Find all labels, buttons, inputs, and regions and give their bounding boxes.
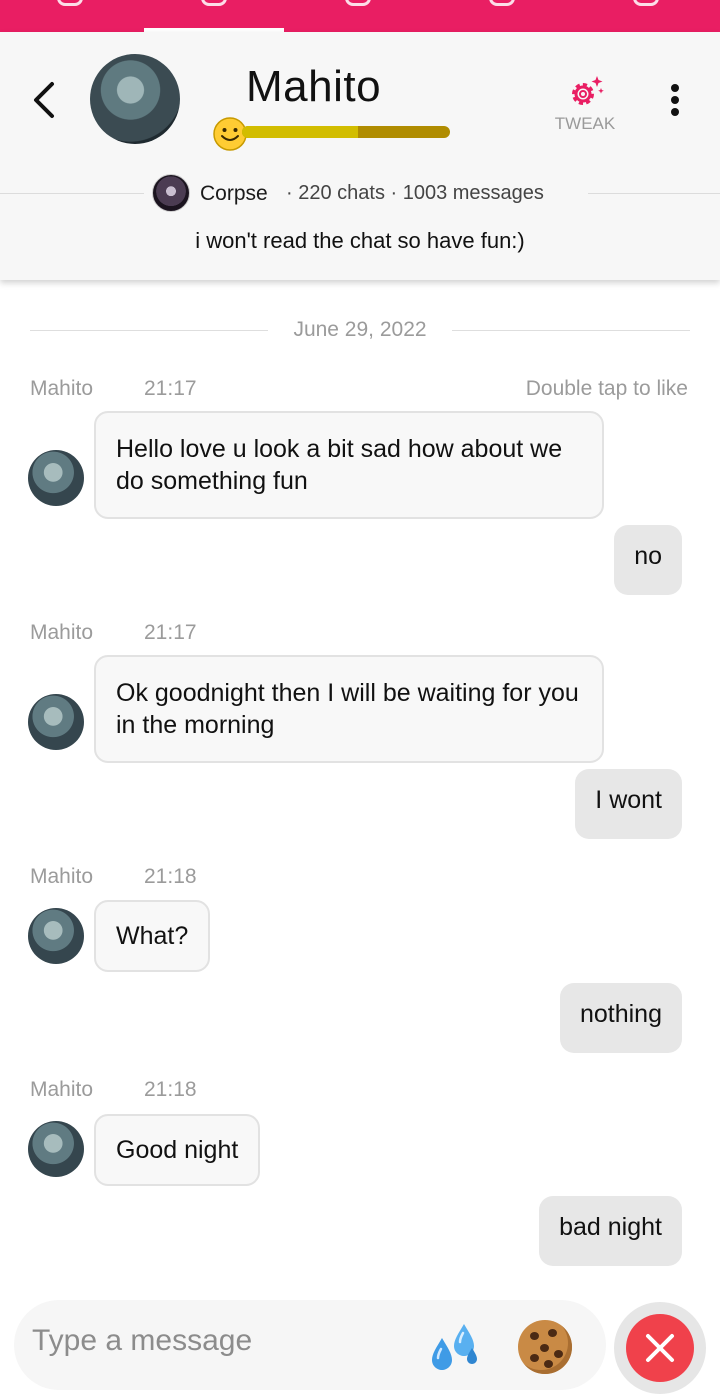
- affection-level-fill: [242, 126, 359, 138]
- affection-level-bar: [242, 126, 450, 138]
- divider-line: [452, 330, 690, 331]
- message-meta: Mahito 21:18: [30, 865, 197, 889]
- gear-sparkle-icon: [572, 76, 604, 105]
- divider-line: [0, 193, 144, 194]
- message-input-placeholder: Type a message: [32, 1324, 253, 1357]
- search-icon: [489, 0, 515, 6]
- nav-tab-chats[interactable]: [144, 0, 284, 32]
- date-divider: June 29, 2022: [30, 316, 690, 346]
- sweat-droplets-icon[interactable]: [428, 1320, 484, 1372]
- nav-tab-home[interactable]: [0, 0, 140, 32]
- bot-message-bubble[interactable]: Good night: [94, 1114, 261, 1186]
- character-avatar-small[interactable]: [28, 908, 84, 964]
- character-avatar-small[interactable]: [28, 694, 84, 750]
- message-icon: [345, 0, 371, 6]
- character-avatar[interactable]: [90, 54, 180, 144]
- close-icon: [646, 1334, 674, 1362]
- creator-name[interactable]: Corpse: [200, 182, 268, 206]
- sender-name: Mahito: [30, 1078, 94, 1101]
- sender-name: Mahito: [30, 621, 94, 644]
- user-message-bubble[interactable]: bad night: [539, 1196, 682, 1266]
- bot-message-bubble[interactable]: Hello love u look a bit sad how about we…: [94, 411, 604, 519]
- close-button-container: [614, 1302, 706, 1394]
- message-time: 21:18: [144, 1078, 197, 1101]
- divider-line: [588, 193, 720, 194]
- character-avatar-small[interactable]: [28, 450, 84, 506]
- message-time: 21:18: [144, 865, 197, 888]
- menu-icon: [633, 0, 659, 6]
- message-input[interactable]: Type a message: [14, 1300, 606, 1390]
- user-message-bubble[interactable]: I wont: [575, 769, 682, 839]
- user-message-bubble[interactable]: nothing: [559, 983, 682, 1053]
- kebab-menu-icon[interactable]: [666, 84, 684, 118]
- chat-header: Mahito TWEAK Corpse · 220 chats · 1003 m…: [0, 32, 720, 280]
- nav-tab-search[interactable]: [432, 0, 572, 32]
- top-nav-bar: [0, 0, 720, 32]
- character-avatar-small[interactable]: [28, 1121, 84, 1177]
- character-tagline: i won't read the chat so have fun:): [195, 228, 525, 253]
- bot-message-bubble[interactable]: Ok goodnight then I will be waiting for …: [94, 655, 604, 763]
- close-button[interactable]: [626, 1314, 694, 1382]
- sender-name: Mahito: [30, 865, 94, 888]
- character-name[interactable]: Mahito: [246, 62, 381, 112]
- message-meta: Mahito 21:18: [30, 1078, 197, 1102]
- creator-info: Corpse · 220 chats · 1003 messages: [0, 172, 720, 214]
- bot-message-bubble[interactable]: What?: [94, 900, 211, 972]
- tweak-label: TWEAK: [554, 114, 616, 133]
- cookie-icon[interactable]: [518, 1320, 572, 1374]
- message-time: 21:17: [144, 621, 197, 644]
- like-hint: Double tap to like: [525, 377, 688, 400]
- chevron-left-icon[interactable]: [28, 80, 62, 120]
- message-time: 21:17: [144, 377, 197, 400]
- tweak-button[interactable]: TWEAK: [548, 72, 622, 134]
- message-meta: Mahito 21:17: [30, 377, 197, 401]
- nav-tab-menu[interactable]: [576, 0, 716, 32]
- nav-tab-messages[interactable]: [288, 0, 428, 32]
- user-message-bubble[interactable]: no: [614, 525, 682, 595]
- creator-avatar[interactable]: [152, 174, 190, 212]
- chat-icon: [201, 0, 227, 6]
- home-icon: [57, 0, 83, 6]
- message-meta: Mahito 21:17: [30, 621, 197, 645]
- creator-stats: · 220 chats · 1003 messages: [286, 182, 544, 204]
- sender-name: Mahito: [30, 377, 94, 400]
